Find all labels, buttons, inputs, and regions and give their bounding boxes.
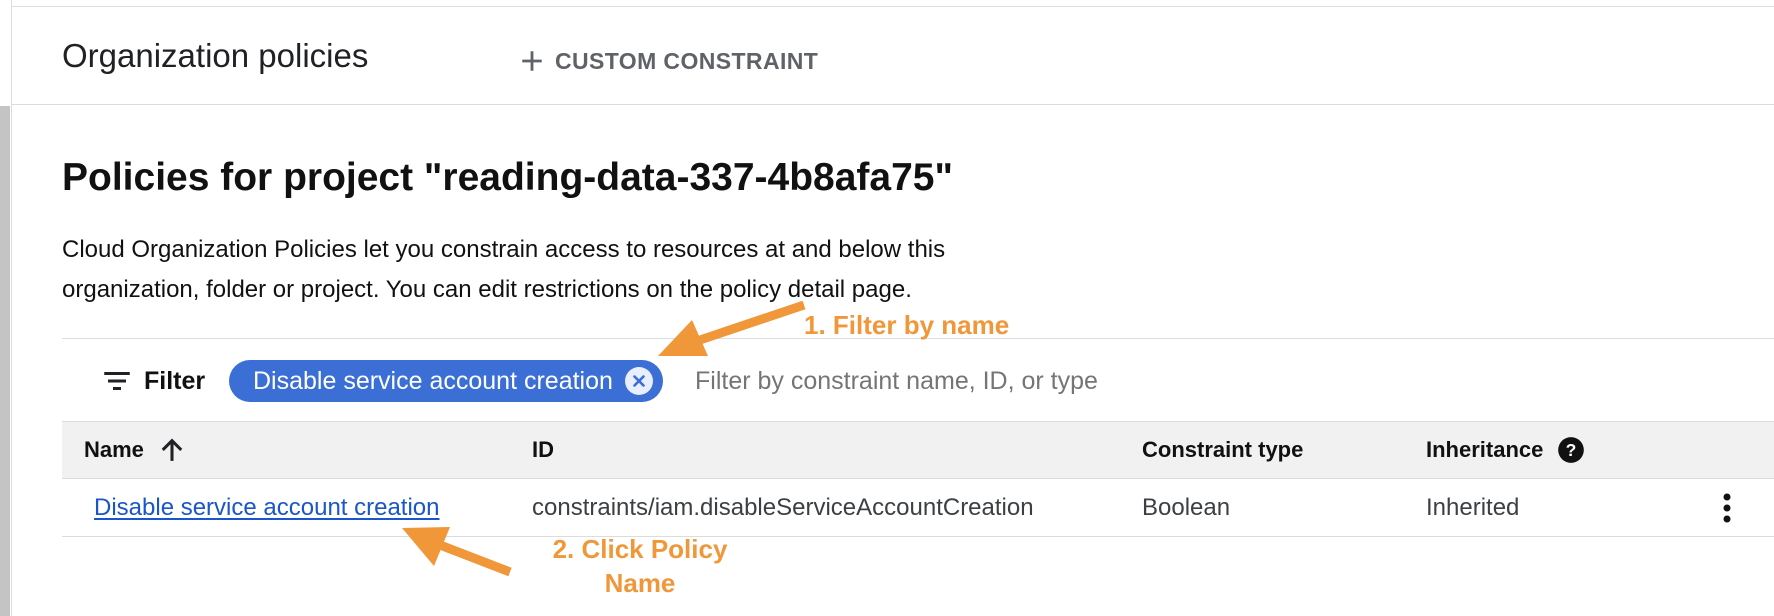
policy-id-cell: constraints/iam.disableServiceAccountCre… bbox=[532, 493, 1034, 521]
more-actions-button[interactable] bbox=[1710, 491, 1744, 525]
constraint-type-cell: Boolean bbox=[1142, 493, 1231, 521]
plus-icon bbox=[522, 51, 542, 71]
annotation-step1: 1. Filter by name bbox=[804, 310, 1010, 340]
annotation-step2: 2. Click Policy Name bbox=[540, 532, 740, 600]
column-name-label: Name bbox=[84, 437, 144, 462]
filter-icon bbox=[104, 372, 130, 390]
policy-name-cell: Disable service account creation bbox=[94, 479, 440, 536]
column-header-name[interactable]: Name bbox=[84, 422, 186, 478]
column-constraint-type-label: Constraint type bbox=[1142, 437, 1304, 462]
filter-chip-label: Disable service account creation bbox=[253, 366, 613, 395]
more-vert-icon bbox=[1723, 493, 1731, 523]
arrow-up-icon bbox=[161, 438, 183, 461]
annotation-step2-line2: Name bbox=[604, 568, 676, 598]
custom-constraint-button[interactable]: CUSTOM CONSTRAINT bbox=[519, 41, 818, 81]
close-circle-icon[interactable] bbox=[624, 367, 653, 395]
policies-description: Cloud Organization Policies let you cons… bbox=[62, 236, 946, 303]
page-title: Organization policies bbox=[62, 37, 369, 74]
policies-heading: Policies for project "reading-data-337-4… bbox=[62, 156, 953, 199]
policies-table: Name ID Constraint type Inheritance ? Di… bbox=[62, 421, 1774, 537]
column-inheritance-label: Inheritance bbox=[1426, 437, 1544, 462]
scrollbar[interactable] bbox=[0, 106, 10, 616]
inheritance-cell: Inherited bbox=[1426, 493, 1520, 521]
column-header-id[interactable]: ID bbox=[532, 422, 554, 478]
filter-chip[interactable]: Disable service account creation bbox=[229, 360, 663, 402]
svg-text:?: ? bbox=[1566, 440, 1577, 460]
column-header-inheritance[interactable]: Inheritance ? bbox=[1426, 422, 1585, 478]
filter-label: Filter bbox=[144, 366, 206, 395]
filter-input[interactable] bbox=[695, 361, 1395, 401]
left-gutter bbox=[0, 0, 12, 616]
table-header: Name ID Constraint type Inheritance ? bbox=[62, 421, 1774, 479]
table-row: Disable service account creation constra… bbox=[62, 479, 1774, 537]
page-header: Organization policies CUSTOM CONSTRAINT bbox=[12, 7, 1774, 105]
annotation-step2-line1: 2. Click Policy bbox=[552, 534, 728, 564]
help-icon[interactable]: ? bbox=[1557, 436, 1585, 464]
custom-constraint-label: CUSTOM CONSTRAINT bbox=[555, 47, 819, 74]
filter-button[interactable]: Filter bbox=[102, 363, 205, 399]
filter-bar: Filter Disable service account creation bbox=[62, 338, 1774, 421]
column-header-constraint-type[interactable]: Constraint type bbox=[1142, 422, 1303, 478]
column-id-label: ID bbox=[532, 437, 554, 462]
policy-name-link[interactable]: Disable service account creation bbox=[94, 494, 440, 522]
